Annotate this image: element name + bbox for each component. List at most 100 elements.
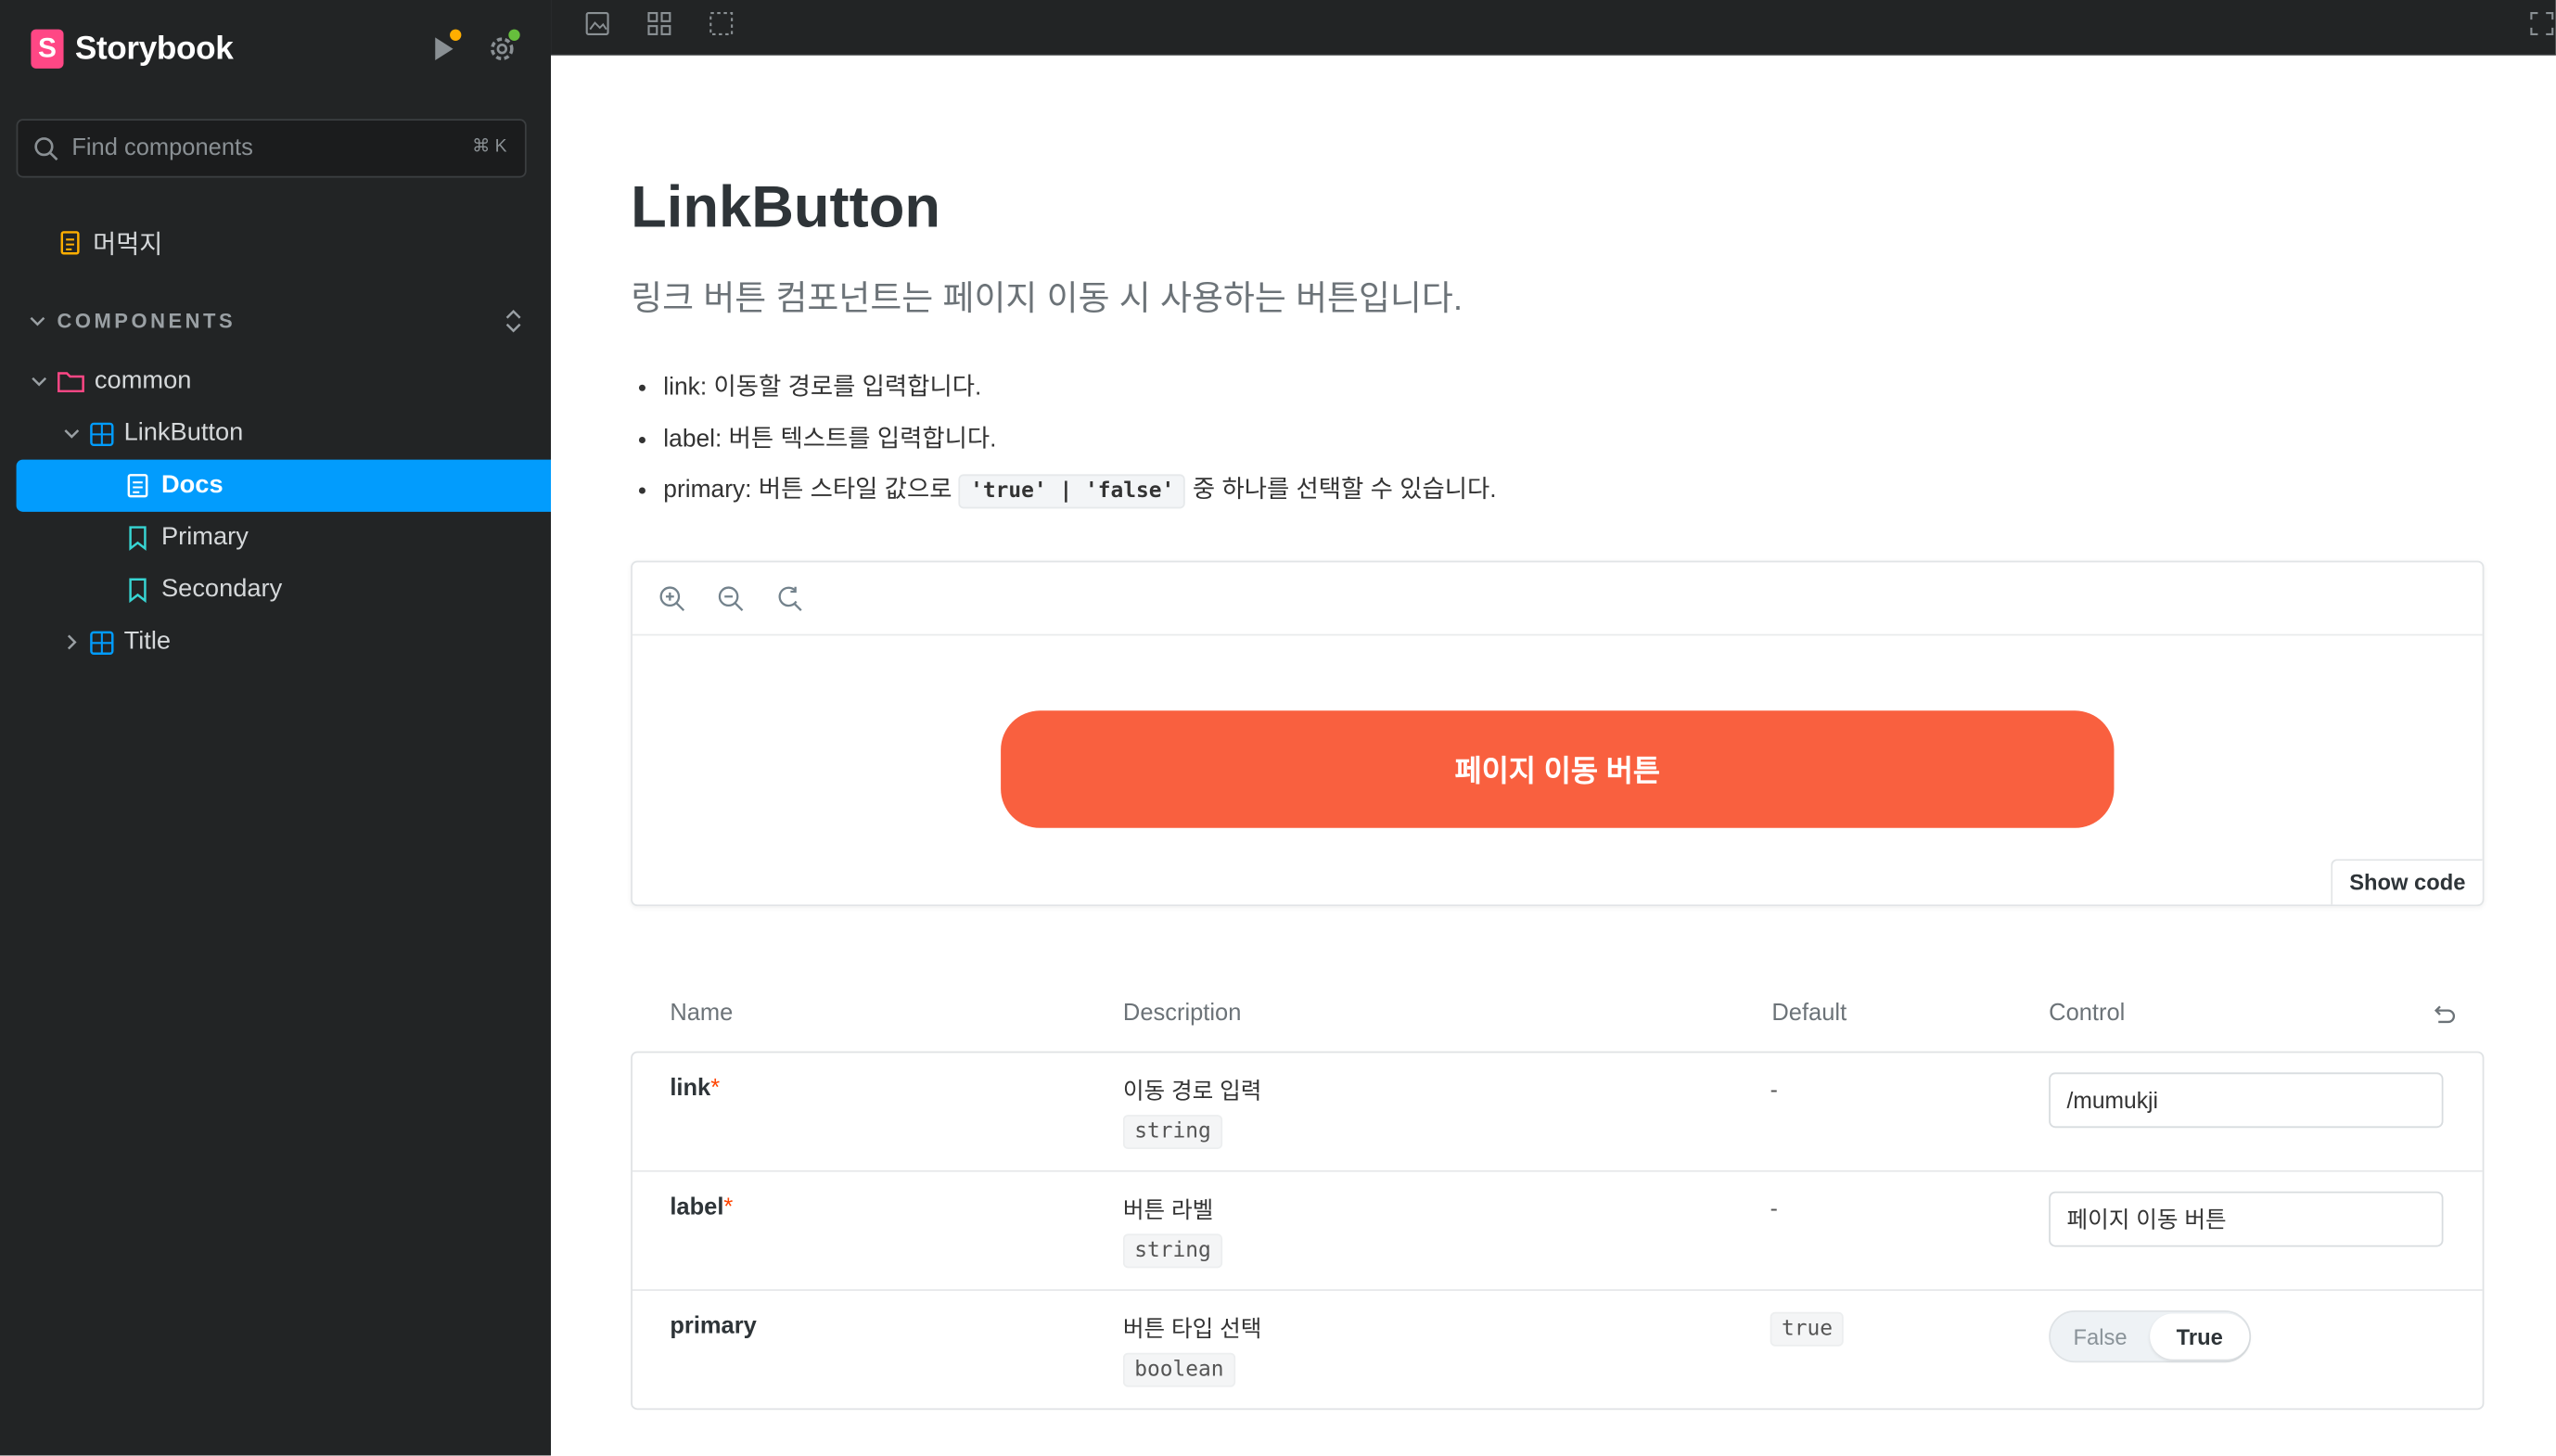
component-icon xyxy=(90,630,114,655)
arg-description: 버튼 타입 선택 xyxy=(1122,1315,1262,1342)
sidebar-story-primary[interactable]: Primary xyxy=(17,512,636,564)
outline-button[interactable] xyxy=(702,5,738,41)
component-icon xyxy=(90,421,114,446)
section-label: COMPONENTS xyxy=(57,309,236,333)
list-item: primary: 버튼 스타일 값으로 'true' | 'false' 중 하… xyxy=(663,467,1497,518)
whats-new-button[interactable] xyxy=(427,29,462,65)
link-control-input[interactable]: /mumukji xyxy=(2049,1072,2444,1129)
document-icon xyxy=(127,474,148,498)
arg-default: - xyxy=(1770,1194,1778,1221)
preview-zoom-bar xyxy=(632,562,2483,636)
document-icon xyxy=(60,231,80,255)
sidebar-component-title[interactable]: Title xyxy=(17,616,572,668)
storybook-logo-text: Storybook xyxy=(74,30,234,67)
ok-status-dot xyxy=(508,29,520,41)
toggle-option-false[interactable]: False xyxy=(2051,1314,2150,1360)
reset-zoom-icon xyxy=(777,585,801,611)
components-section-header[interactable]: COMPONENTS xyxy=(28,303,523,339)
list-item: link: 이동할 경로를 입력합니다. xyxy=(663,365,1496,416)
zoom-in-icon xyxy=(658,585,684,611)
storybook-logo-mark: S xyxy=(31,29,64,69)
expand-collapse-icon[interactable] xyxy=(504,308,523,334)
arg-name: primary xyxy=(670,1313,757,1340)
table-row: label* 버튼 라벨 string - 페이지 이동 버튼 xyxy=(632,1172,2483,1291)
arg-description: 버튼 라벨 xyxy=(1122,1196,1214,1223)
zoom-in-button[interactable] xyxy=(656,581,688,614)
grid-button[interactable] xyxy=(641,5,677,41)
fullscreen-button[interactable] xyxy=(2524,5,2556,41)
args-table-body: link* 이동 경로 입력 string - /mumukji label* … xyxy=(631,1051,2485,1411)
sidebar-item-label: Docs xyxy=(160,470,224,499)
sidebar-group-common[interactable]: common xyxy=(17,355,540,407)
search-shortcut: ⌘ K xyxy=(471,136,507,157)
sidebar-component-linkbutton[interactable]: LinkButton xyxy=(17,407,572,459)
page-subtitle: 링크 버튼 컴포넌트는 페이지 이동 시 사용하는 버튼입니다. xyxy=(631,280,1463,318)
page-title: LinkButton xyxy=(631,172,940,240)
list-item-text: 중 하나를 선택할 수 있습니다. xyxy=(1192,476,1497,504)
zoom-reset-button[interactable] xyxy=(773,581,805,614)
arg-name-text: link xyxy=(670,1075,711,1103)
link-button-preview[interactable]: 페이지 이동 버튼 xyxy=(1001,710,2115,828)
label-control-input[interactable]: 페이지 이동 버튼 xyxy=(2049,1191,2444,1247)
sidebar-item-label: LinkButton xyxy=(123,418,244,447)
preview-toolbar xyxy=(551,0,2556,56)
docs-page: LinkButton 링크 버튼 컴포넌트는 페이지 이동 시 사용하는 버튼입… xyxy=(551,55,2556,1456)
sidebar-story-secondary[interactable]: Secondary xyxy=(17,564,636,616)
storybook-logo[interactable]: S Storybook xyxy=(31,29,234,69)
sidebar-item-intro-doc[interactable]: 머먹지 xyxy=(58,225,163,262)
chevron-down-icon xyxy=(32,377,47,387)
component-search[interactable]: ⌘ K xyxy=(16,119,527,178)
arg-default: - xyxy=(1770,1075,1778,1103)
arg-description: 이동 경로 입력 xyxy=(1122,1077,1262,1104)
toggle-option-true[interactable]: True xyxy=(2150,1313,2250,1360)
list-item-text: primary: 버튼 스타일 값으로 xyxy=(663,476,952,504)
required-marker: * xyxy=(710,1075,721,1103)
background-button[interactable] xyxy=(579,5,615,41)
settings-button[interactable] xyxy=(486,29,520,65)
arg-name-text: label xyxy=(670,1194,724,1221)
chevron-down-icon xyxy=(30,316,45,326)
description-list: link: 이동할 경로를 입력합니다. label: 버튼 텍스트를 입력합니… xyxy=(631,365,1497,519)
outline-icon xyxy=(709,11,733,35)
table-row: primary 버튼 타입 선택 boolean true False True xyxy=(633,1291,2483,1409)
bookmark-icon xyxy=(129,526,147,551)
column-header-control: Control xyxy=(2049,1001,2126,1028)
zoom-out-icon xyxy=(717,585,743,611)
arg-type: boolean xyxy=(1122,1352,1235,1387)
expand-icon xyxy=(2529,11,2553,35)
column-header-default: Default xyxy=(1771,1001,1847,1028)
args-table-header: Name Description Default Control xyxy=(631,977,2484,1052)
bookmark-icon xyxy=(129,578,147,604)
warning-status-dot xyxy=(450,29,462,41)
inline-code: 'true' | 'false' xyxy=(958,474,1186,509)
column-header-name: Name xyxy=(670,1001,734,1028)
reset-controls-icon[interactable] xyxy=(2430,1003,2456,1028)
search-icon xyxy=(34,137,58,161)
sidebar: S Storybook ⌘ K 머먹지 COMPONENTS xyxy=(0,0,636,1456)
arg-type: string xyxy=(1122,1115,1223,1150)
list-item: label: 버튼 텍스트를 입력합니다. xyxy=(663,416,1496,467)
sidebar-item-label: 머먹지 xyxy=(93,231,163,260)
arg-name: label* xyxy=(670,1194,733,1220)
args-table: Name Description Default Control link* 이… xyxy=(631,977,2485,1411)
folder-icon xyxy=(58,371,84,392)
chevron-right-icon xyxy=(67,634,77,650)
show-code-button[interactable]: Show code xyxy=(2331,859,2483,905)
image-icon xyxy=(584,11,608,35)
arg-type: string xyxy=(1122,1233,1223,1269)
sidebar-item-label: Secondary xyxy=(160,575,283,604)
story-preview: 페이지 이동 버튼 Show code xyxy=(631,560,2485,907)
chevron-down-icon xyxy=(64,429,80,439)
search-input[interactable] xyxy=(68,134,451,163)
required-marker: * xyxy=(723,1194,734,1221)
sidebar-item-docs[interactable]: Docs xyxy=(16,459,636,512)
arg-default: true xyxy=(1770,1311,1845,1347)
sidebar-top-actions xyxy=(427,29,520,65)
primary-boolean-toggle[interactable]: False True xyxy=(2049,1310,2252,1363)
sidebar-item-label: Title xyxy=(123,627,172,656)
grid-icon xyxy=(646,11,671,35)
sidebar-item-label: common xyxy=(94,366,192,395)
sidebar-item-label: Primary xyxy=(160,523,249,552)
zoom-out-button[interactable] xyxy=(714,581,747,614)
arg-name: link* xyxy=(670,1076,720,1102)
